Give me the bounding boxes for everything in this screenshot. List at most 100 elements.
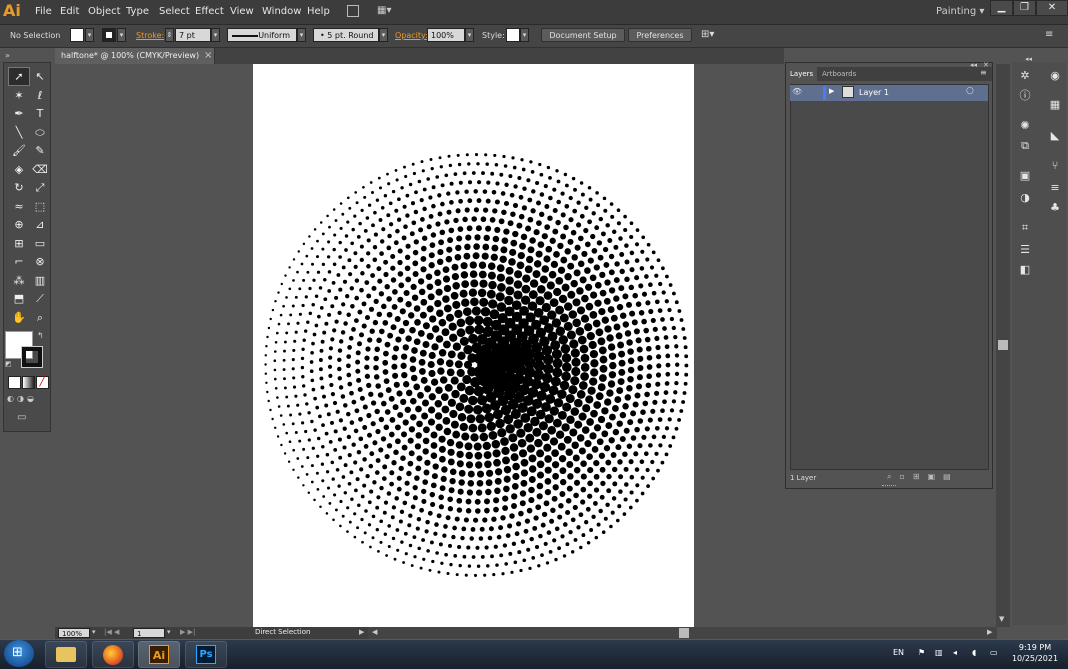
menu-effect[interactable]: Effect xyxy=(195,0,224,24)
scroll-left-arrow[interactable]: ◀ xyxy=(372,628,377,636)
slice-tool-icon[interactable]: ⟋ xyxy=(30,290,50,307)
taskbar-illustrator[interactable]: Ai xyxy=(138,641,180,668)
opacity-dropdown[interactable]: ▾ xyxy=(465,28,474,42)
preferences-button[interactable]: Preferences xyxy=(628,28,692,42)
brushes-icon[interactable]: ◣ xyxy=(1046,128,1064,144)
visibility-eye-icon[interactable]: 👁 xyxy=(792,87,802,96)
style-dropdown[interactable]: ▾ xyxy=(520,28,529,42)
taskbar-firefox[interactable] xyxy=(92,641,134,668)
none-mode-icon[interactable]: ╱ xyxy=(36,376,49,389)
panel-resize-grip[interactable] xyxy=(882,485,896,488)
free-transform-tool-icon[interactable]: ⬚ xyxy=(30,198,50,215)
collapse-panel-icon[interactable]: » xyxy=(5,51,10,60)
taskbar-photoshop[interactable]: Ps xyxy=(185,641,227,668)
fill-swatch[interactable] xyxy=(70,28,84,42)
paintbrush-tool-icon[interactable]: 🖌 xyxy=(9,142,29,159)
screen-mode-icon[interactable]: ▭ xyxy=(17,412,33,424)
scroll-down-arrow[interactable]: ▼ xyxy=(999,615,1004,623)
blob-brush-tool-icon[interactable]: ◈ xyxy=(9,161,29,178)
stroke-label[interactable]: Stroke: xyxy=(136,31,164,40)
graph-tool-icon[interactable]: ▥ xyxy=(30,272,50,289)
panel-menu-icon[interactable]: ≡ xyxy=(1045,29,1053,40)
taskbar-explorer[interactable] xyxy=(45,641,87,668)
warp-tool-icon[interactable]: ≈ xyxy=(9,198,29,215)
menu-select[interactable]: Select xyxy=(159,0,190,24)
bridge-icon[interactable] xyxy=(347,5,359,17)
menu-window[interactable]: Window xyxy=(262,0,301,24)
brush-definition[interactable]: • 5 pt. Round xyxy=(313,28,379,42)
swap-colors-icon[interactable]: ↰ xyxy=(37,331,44,340)
artboard[interactable] xyxy=(253,64,694,627)
target-circle-icon[interactable]: ○ xyxy=(966,86,974,96)
mesh-tool-icon[interactable]: ⊞ xyxy=(9,235,29,252)
opacity-field[interactable]: 100% xyxy=(427,28,465,42)
gradient-mode-icon[interactable] xyxy=(22,376,35,389)
color-guide-icon[interactable]: ✲ xyxy=(1016,68,1034,84)
document-tab-close[interactable]: × xyxy=(204,50,212,61)
tray-flag-icon[interactable]: ⚑ xyxy=(918,648,928,658)
horizontal-scroll-thumb[interactable] xyxy=(679,628,689,638)
stroke-swatch-dropdown[interactable]: ▾ xyxy=(117,28,126,42)
stroke-swatch[interactable] xyxy=(102,28,116,42)
transparency-icon[interactable]: ◑ xyxy=(1016,190,1034,206)
layer-row[interactable] xyxy=(790,85,988,101)
type-tool-icon[interactable]: T xyxy=(30,105,50,122)
variable-width-profile[interactable]: Uniform xyxy=(227,28,297,42)
swatches-icon[interactable]: ▦ xyxy=(1046,97,1064,113)
draw-modes-icon[interactable]: ◐◑◒ xyxy=(7,394,47,405)
direct-selection-tool-icon[interactable]: ↖ xyxy=(30,68,50,85)
artboard-nav-next[interactable]: ▶ ▶| xyxy=(180,628,195,636)
layer-name[interactable]: Layer 1 xyxy=(859,88,889,97)
menu-edit[interactable]: Edit xyxy=(60,0,79,24)
document-setup-button[interactable]: Document Setup xyxy=(541,28,625,42)
stroke-weight-field[interactable]: 7 pt xyxy=(175,28,211,42)
symbols-icon[interactable]: ✺ xyxy=(1016,118,1034,134)
arrange-icon[interactable]: ⊞▾ xyxy=(701,29,714,40)
eraser-tool-icon[interactable]: ⌫ xyxy=(30,161,50,178)
tray-battery-icon[interactable]: ▭ xyxy=(990,648,1000,658)
appearance-icon[interactable]: ◉ xyxy=(1046,68,1064,84)
lasso-tool-icon[interactable]: ℓ xyxy=(30,87,50,104)
artboard-dropdown[interactable]: ▾ xyxy=(167,628,171,636)
zoom-dropdown[interactable]: ▾ xyxy=(92,628,96,636)
color-mode-icon[interactable] xyxy=(8,376,21,389)
gradient-tool-icon[interactable]: ▭ xyxy=(30,235,50,252)
stroke-color-box[interactable] xyxy=(21,346,43,368)
menu-type[interactable]: Type xyxy=(126,0,149,24)
artboard-number-field[interactable]: 1 xyxy=(133,628,165,638)
expand-triangle-icon[interactable]: ▶ xyxy=(829,87,834,95)
profile-dropdown[interactable]: ▾ xyxy=(297,28,306,42)
align-icon[interactable]: ☰ xyxy=(1016,242,1034,258)
zoom-tool-icon[interactable]: ⌕ xyxy=(30,309,50,326)
tray-volume-icon[interactable]: ◖ xyxy=(972,648,982,658)
vertical-scroll-thumb[interactable] xyxy=(998,340,1008,350)
gradient-icon[interactable]: ▣ xyxy=(1016,168,1034,184)
blend-tool-icon[interactable]: ⊗ xyxy=(30,253,50,270)
brush-dropdown[interactable]: ▾ xyxy=(379,28,388,42)
scale-tool-icon[interactable]: ⤢ xyxy=(30,179,50,196)
eyedropper-tool-icon[interactable]: ⌐ xyxy=(9,253,29,270)
workspace-switcher[interactable]: Painting ▾ xyxy=(936,0,984,24)
scroll-right-arrow[interactable]: ▶ xyxy=(987,628,992,636)
magic-wand-tool-icon[interactable]: ✶ xyxy=(9,87,29,104)
hand-tool-icon[interactable]: ✋ xyxy=(9,309,29,326)
shape-builder-tool-icon[interactable]: ⊕ xyxy=(9,216,29,233)
stroke-panel-icon[interactable]: ⑂ xyxy=(1046,158,1064,174)
club-icon[interactable]: ♣ xyxy=(1046,200,1064,216)
tray-arrow-icon[interactable]: ◂ xyxy=(953,648,963,658)
artboard-tool-icon[interactable]: ⬒ xyxy=(9,290,29,307)
stroke-stepper[interactable]: ⇕ xyxy=(165,28,174,42)
restore-button[interactable]: ❐ xyxy=(1013,0,1036,16)
document-tab[interactable]: halftone* @ 100% (CMYK/Preview) xyxy=(55,48,215,64)
tray-network-icon[interactable]: ▥ xyxy=(935,648,945,658)
taskbar-clock[interactable]: 9:19 PM 10/25/2021 xyxy=(1005,642,1065,666)
opacity-label[interactable]: Opacity: xyxy=(395,31,428,40)
info-icon[interactable]: ⓘ xyxy=(1016,88,1034,104)
zoom-field[interactable]: 100% xyxy=(58,628,90,638)
graphic-styles-icon[interactable]: ⧉ xyxy=(1016,138,1034,154)
pencil-tool-icon[interactable]: ✎ xyxy=(30,142,50,159)
layers-menu-icon[interactable]: ≡ xyxy=(980,68,987,77)
default-colors-icon[interactable]: ◩ xyxy=(5,360,12,368)
layers-footer-icons[interactable]: ⌕▫⊞▣▤ xyxy=(887,472,959,482)
menu-object[interactable]: Object xyxy=(88,0,121,24)
